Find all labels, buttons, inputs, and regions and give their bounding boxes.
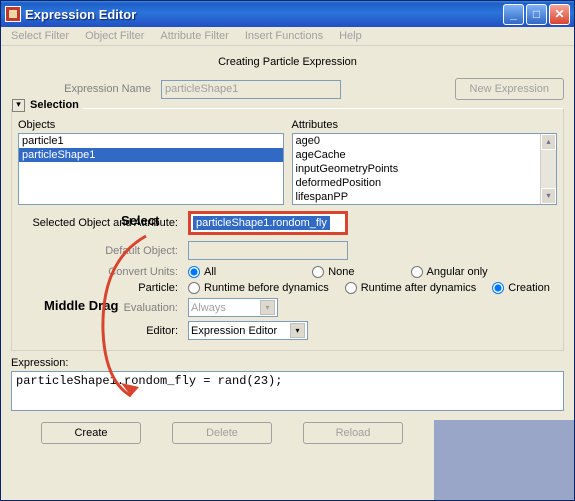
- radio-input[interactable]: [492, 282, 504, 294]
- watermark: [434, 420, 574, 500]
- selection-legend: Selection: [26, 99, 83, 111]
- expression-editor-window: Expression Editor _ □ ✕ Select Filter Ob…: [0, 0, 575, 501]
- titlebar: Expression Editor _ □ ✕: [1, 1, 574, 27]
- list-item[interactable]: deformedPosition: [293, 176, 557, 190]
- list-item[interactable]: inputGeometryPoints: [293, 162, 557, 176]
- selected-attr-value: particleShape1.rondom_fly: [193, 216, 330, 230]
- editor-select[interactable]: Expression Editor▾: [188, 321, 308, 340]
- menu-select-filter[interactable]: Select Filter: [3, 28, 77, 44]
- expression-name-row: Expression Name New Expression: [11, 78, 564, 100]
- editor-label: Editor:: [18, 325, 188, 337]
- radio-input[interactable]: [188, 282, 200, 294]
- radio-input[interactable]: [411, 266, 423, 278]
- attributes-label: Attributes: [292, 119, 558, 131]
- window-title: Expression Editor: [25, 7, 503, 22]
- radio-input[interactable]: [345, 282, 357, 294]
- close-button[interactable]: ✕: [549, 4, 570, 25]
- particle-label: Particle:: [18, 282, 188, 294]
- list-item[interactable]: particleShape1: [19, 148, 283, 162]
- mode-label: Creating Particle Expression: [11, 56, 564, 68]
- evaluation-label: Evaluation:: [18, 302, 188, 314]
- selected-attr-label: Selected Object and Attribute:: [18, 217, 188, 229]
- radio-input[interactable]: [312, 266, 324, 278]
- list-item[interactable]: rondom_fly: [293, 204, 557, 205]
- chevron-down-icon: ▾: [290, 323, 305, 338]
- selection-fieldset: ▾ Selection Objects particle1 particleSh…: [11, 108, 564, 351]
- create-button[interactable]: Create: [41, 422, 141, 444]
- evaluation-select[interactable]: Always▾: [188, 298, 278, 317]
- minimize-button[interactable]: _: [503, 4, 524, 25]
- list-item[interactable]: age0: [293, 134, 557, 148]
- radio-all[interactable]: All: [188, 266, 216, 278]
- objects-label: Objects: [18, 119, 284, 131]
- new-expression-button[interactable]: New Expression: [455, 78, 564, 100]
- window-buttons: _ □ ✕: [503, 4, 570, 25]
- scroll-down-icon[interactable]: ▾: [541, 188, 556, 204]
- delete-button[interactable]: Delete: [172, 422, 272, 444]
- expression-name-label: Expression Name: [11, 83, 161, 95]
- scrollbar[interactable]: ▴ ▾: [540, 134, 556, 204]
- radio-creation[interactable]: Creation: [492, 282, 550, 294]
- expression-label: Expression:: [11, 357, 564, 369]
- menu-help[interactable]: Help: [331, 28, 370, 44]
- app-icon: [5, 6, 21, 22]
- expression-name-input[interactable]: [161, 80, 341, 99]
- default-object-label: Default Object:: [18, 245, 188, 257]
- chevron-down-icon: ▾: [260, 300, 275, 315]
- list-item[interactable]: lifespanPP: [293, 190, 557, 204]
- attributes-listbox[interactable]: age0 ageCache inputGeometryPoints deform…: [292, 133, 558, 205]
- default-object-input[interactable]: [188, 241, 348, 260]
- menu-insert-functions[interactable]: Insert Functions: [237, 28, 331, 44]
- menu-object-filter[interactable]: Object Filter: [77, 28, 152, 44]
- scroll-up-icon[interactable]: ▴: [541, 134, 556, 150]
- reload-button[interactable]: Reload: [303, 422, 403, 444]
- objects-listbox[interactable]: particle1 particleShape1: [18, 133, 284, 205]
- list-item[interactable]: particle1: [19, 134, 283, 148]
- expression-textarea[interactable]: [11, 371, 564, 411]
- radio-before-dynamics[interactable]: Runtime before dynamics: [188, 282, 329, 294]
- selected-attr-input[interactable]: particleShape1.rondom_fly: [188, 211, 348, 235]
- collapse-toggle[interactable]: ▾: [12, 99, 25, 112]
- content-area: Creating Particle Expression Expression …: [1, 46, 574, 450]
- radio-angular[interactable]: Angular only: [411, 266, 488, 278]
- list-item[interactable]: ageCache: [293, 148, 557, 162]
- radio-after-dynamics[interactable]: Runtime after dynamics: [345, 282, 477, 294]
- menubar: Select Filter Object Filter Attribute Fi…: [1, 27, 574, 46]
- menu-attribute-filter[interactable]: Attribute Filter: [152, 28, 236, 44]
- convert-units-label: Convert Units:: [18, 266, 188, 278]
- radio-input[interactable]: [188, 266, 200, 278]
- radio-none[interactable]: None: [312, 266, 354, 278]
- maximize-button[interactable]: □: [526, 4, 547, 25]
